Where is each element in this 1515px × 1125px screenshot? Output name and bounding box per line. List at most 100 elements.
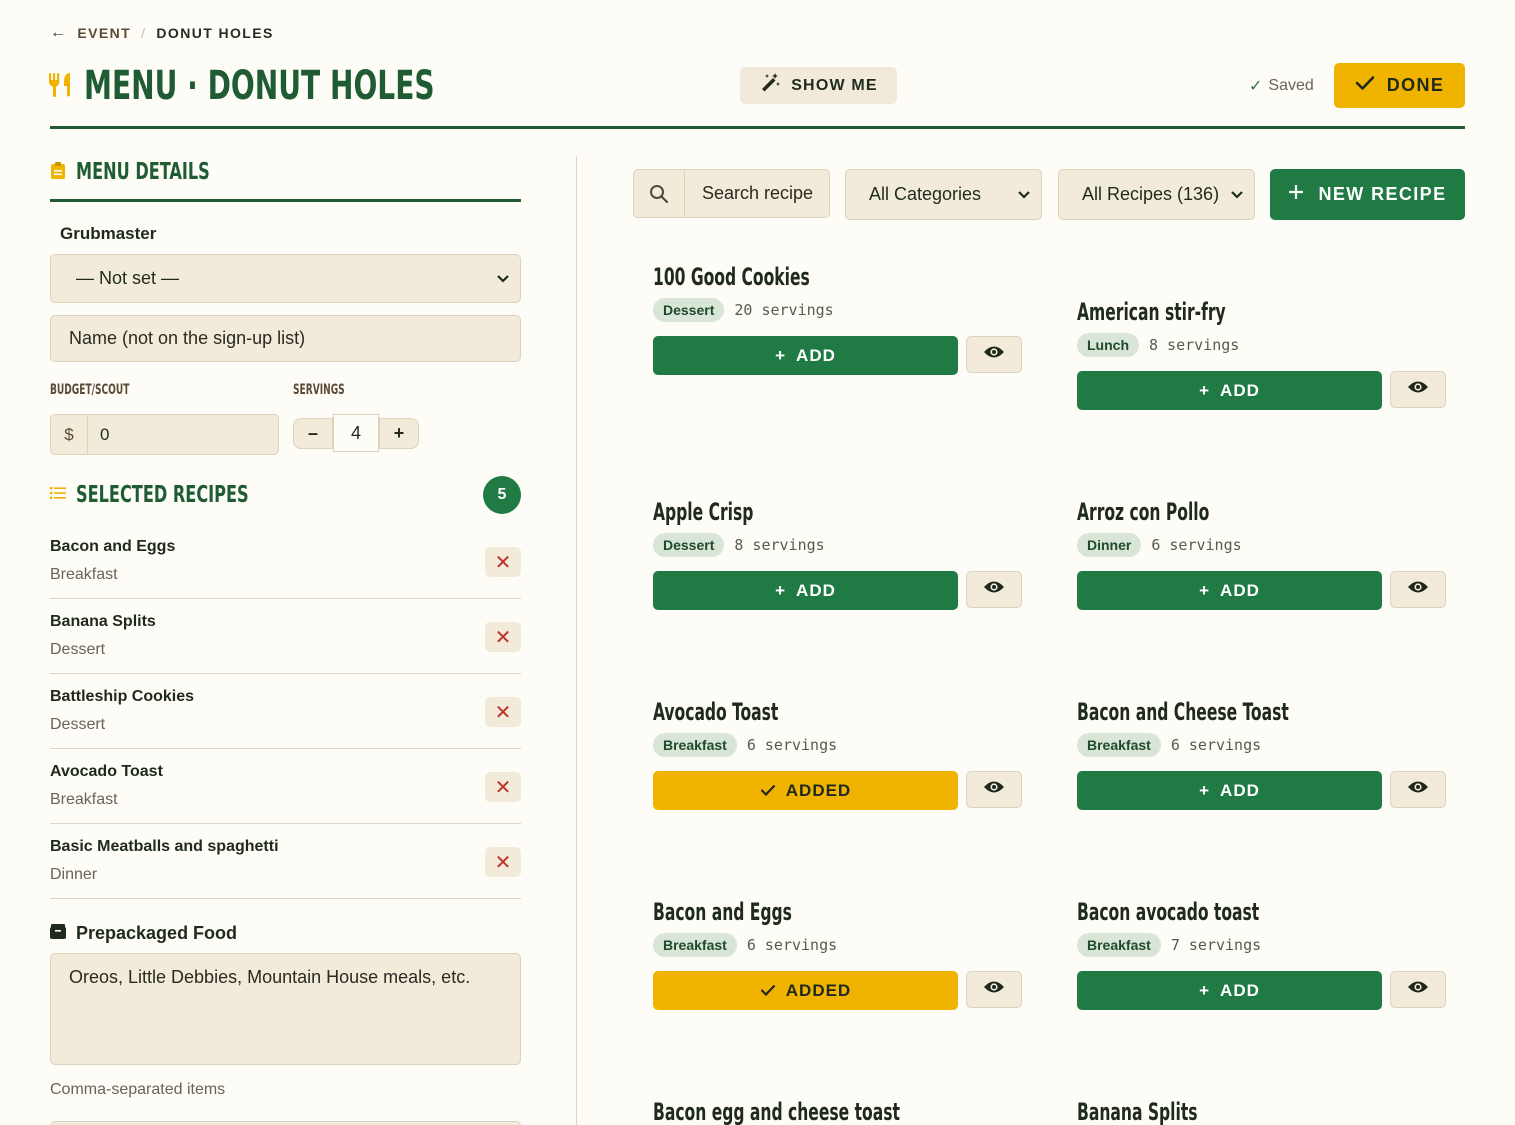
budget-servings-row: BUDGET/SCOUT SERVINGS $ 0 – 4 + — [50, 382, 521, 474]
eye-icon — [983, 580, 1005, 599]
eye-icon — [983, 780, 1005, 799]
column-divider — [576, 156, 577, 1125]
chevron-down-icon — [1017, 184, 1031, 205]
remove-recipe-button[interactable]: ✕ — [485, 622, 521, 652]
view-recipe-button[interactable] — [966, 336, 1022, 373]
recipes-filter-value: All Recipes (136) — [1082, 184, 1220, 204]
recipe-card: Apple Crisp Dessert 8 servings + ADD — [653, 497, 1023, 610]
menu-details-divider — [50, 199, 521, 202]
search-icon — [634, 170, 685, 217]
list-item: Bacon and Eggs Breakfast ✕ — [50, 524, 521, 599]
breadcrumb: ← EVENT / DONUT HOLES — [50, 24, 274, 42]
list-item: Basic Meatballs and spaghetti Dinner ✕ — [50, 824, 521, 899]
servings-decrement-button[interactable]: – — [293, 417, 333, 449]
recipe-card: Bacon egg and cheese toast — [653, 1097, 1023, 1125]
view-recipe-button[interactable] — [1390, 371, 1446, 408]
plus-icon — [1288, 184, 1304, 205]
menu-details-panel: MENU DETAILS Grubmaster — Not set — Name… — [50, 156, 521, 1125]
recipe-card: Bacon and Eggs Breakfast 6 servings ADDED — [653, 897, 1023, 1010]
category-tag: Dessert — [653, 533, 725, 557]
grubmaster-select[interactable]: — Not set — — [50, 254, 521, 303]
eye-icon — [983, 980, 1005, 999]
currency-symbol: $ — [51, 415, 88, 454]
budget-input[interactable]: $ 0 — [50, 414, 279, 455]
add-label: ADD — [796, 345, 836, 365]
arrow-left-icon[interactable]: ← — [50, 24, 67, 42]
selected-recipes-title: SELECTED RECIPES — [76, 482, 249, 508]
saved-status: ✓ Saved — [1249, 76, 1314, 96]
added-recipe-button[interactable]: ADDED — [653, 771, 958, 810]
check-icon: ✓ — [1249, 78, 1263, 95]
add-recipe-button[interactable]: + ADD — [653, 336, 958, 375]
add-recipe-button[interactable]: + ADD — [1077, 971, 1382, 1010]
breadcrumb-separator: / — [141, 25, 147, 41]
prepackaged-food-value: Oreos, Little Debbies, Mountain House me… — [69, 967, 471, 987]
add-recipe-button[interactable]: + ADD — [1077, 771, 1382, 810]
category-tag: Breakfast — [653, 933, 737, 957]
list-item: Avocado Toast Breakfast ✕ — [50, 749, 521, 824]
servings-text: 8 servings — [1149, 336, 1240, 354]
eye-icon — [983, 345, 1005, 364]
view-recipe-button[interactable] — [1390, 571, 1446, 608]
new-recipe-button[interactable]: NEW RECIPE — [1270, 169, 1465, 220]
recipe-title[interactable]: Avocado Toast — [653, 697, 919, 727]
category-tag: Breakfast — [653, 733, 737, 757]
view-recipe-button[interactable] — [1390, 771, 1446, 808]
done-label: DONE — [1386, 75, 1445, 95]
recipe-title[interactable]: Bacon avocado toast — [1077, 897, 1343, 927]
selected-recipe-name: Basic Meatballs and spaghetti — [50, 838, 279, 855]
recipes-filter-select[interactable]: All Recipes (136) — [1058, 169, 1255, 220]
recipe-title[interactable]: Apple Crisp — [653, 497, 919, 527]
budget-value: 0 — [100, 424, 110, 444]
breadcrumb-current: DONUT HOLES — [156, 25, 274, 41]
add-recipe-button[interactable]: + ADD — [1077, 371, 1382, 410]
breadcrumb-event-link[interactable]: EVENT — [77, 25, 131, 41]
done-button[interactable]: DONE — [1334, 63, 1465, 108]
remove-recipe-button[interactable]: ✕ — [485, 547, 521, 577]
recipe-title[interactable]: Bacon and Cheese Toast — [1077, 697, 1343, 727]
recipe-title[interactable]: Bacon egg and cheese toast — [653, 1097, 919, 1125]
add-recipe-button[interactable]: + ADD — [1077, 571, 1382, 610]
servings-text: 6 servings — [746, 936, 838, 954]
selected-recipe-name: Bacon and Eggs — [50, 538, 176, 555]
view-recipe-button[interactable] — [966, 571, 1022, 608]
menu-details-header: MENU DETAILS — [50, 156, 521, 188]
search-input[interactable]: Search recipe — [685, 170, 813, 217]
add-label: ADD — [1220, 780, 1260, 800]
add-recipe-button[interactable]: + ADD — [653, 571, 958, 610]
view-recipe-button[interactable] — [966, 971, 1022, 1008]
servings-increment-button[interactable]: + — [379, 417, 419, 449]
close-icon: ✕ — [494, 701, 512, 724]
grubmaster-name-input[interactable]: Name (not on the sign-up list) — [50, 315, 521, 362]
selected-recipes-header: SELECTED RECIPES 5 — [50, 474, 521, 516]
show-me-button[interactable]: SHOW ME — [740, 67, 897, 104]
remove-recipe-button[interactable]: ✕ — [485, 697, 521, 727]
chevron-down-icon — [496, 268, 510, 289]
recipe-title[interactable]: Bacon and Eggs — [653, 897, 919, 927]
view-recipe-button[interactable] — [1390, 971, 1446, 1008]
added-label: ADDED — [785, 980, 852, 1000]
recipe-title[interactable]: 100 Good Cookies — [653, 262, 919, 292]
recipe-search[interactable]: Search recipe — [633, 169, 830, 218]
page-title: MENU · DONUT HOLES — [48, 62, 533, 110]
utensils-icon — [48, 71, 72, 102]
recipe-title[interactable]: American stir-fry — [1077, 297, 1343, 327]
servings-value[interactable]: 4 — [333, 414, 379, 452]
category-select[interactable]: All Categories — [845, 169, 1042, 220]
added-recipe-button[interactable]: ADDED — [653, 971, 958, 1010]
selected-recipe-category: Breakfast — [50, 791, 118, 808]
recipe-title[interactable]: Arroz con Pollo — [1077, 497, 1343, 527]
plus-icon: + — [1199, 580, 1211, 600]
remove-recipe-button[interactable]: ✕ — [485, 772, 521, 802]
check-icon — [1355, 75, 1375, 96]
plus-icon: + — [1199, 780, 1211, 800]
clipboard-icon — [50, 161, 66, 184]
next-field[interactable] — [50, 1121, 521, 1125]
prepackaged-food-textarea[interactable]: Oreos, Little Debbies, Mountain House me… — [50, 953, 521, 1065]
remove-recipe-button[interactable]: ✕ — [485, 847, 521, 877]
add-label: ADD — [796, 580, 836, 600]
recipe-title[interactable]: Banana Splits — [1077, 1097, 1343, 1125]
view-recipe-button[interactable] — [966, 771, 1022, 808]
add-label: ADD — [1220, 580, 1260, 600]
add-label: ADD — [1220, 380, 1260, 400]
